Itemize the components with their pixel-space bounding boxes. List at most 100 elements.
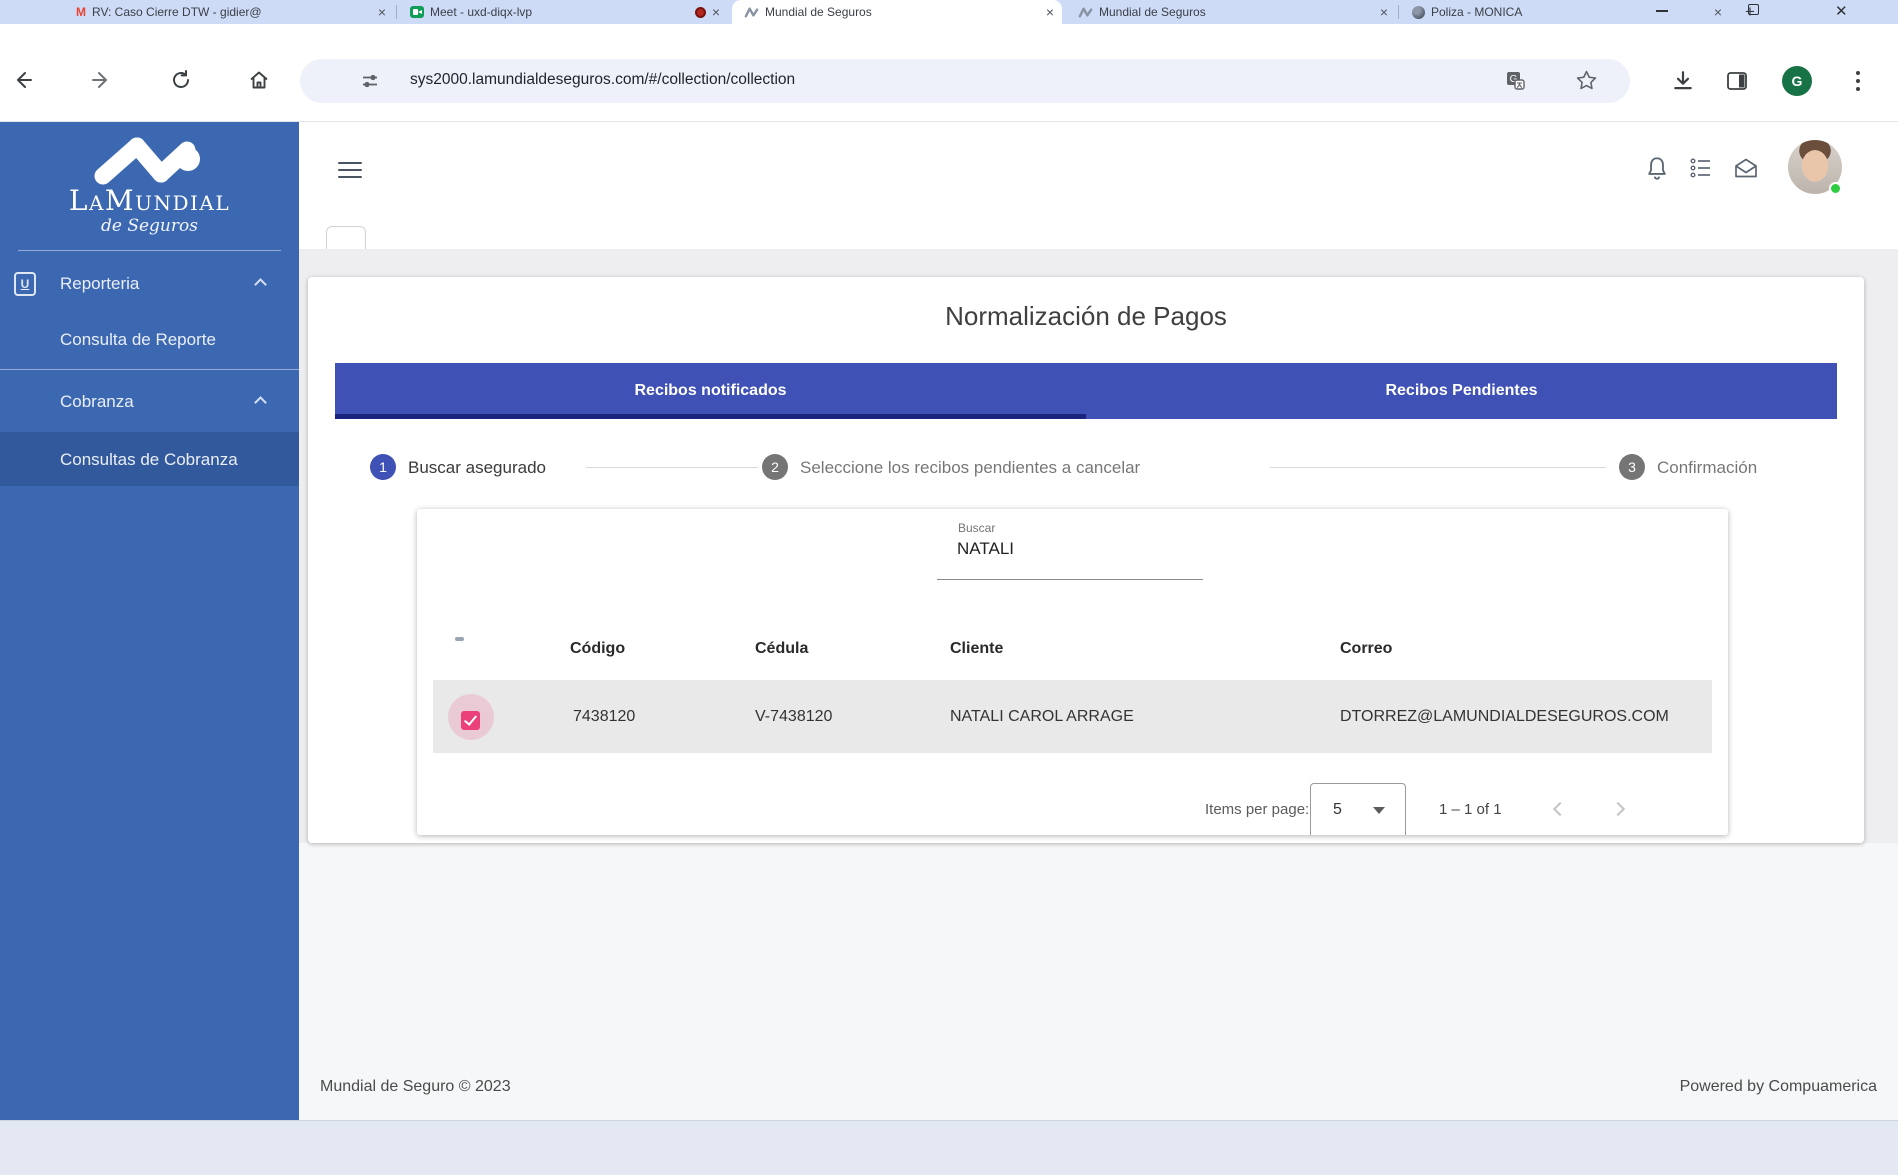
sidebar: LaMundial de Seguros U Reporteria Consul…: [0, 122, 299, 1121]
tab-title: Mundial de Seguros: [765, 5, 1040, 19]
gmail-icon: M: [76, 5, 86, 19]
browser-tab-mundial[interactable]: Mundial de Seguros ×: [1066, 0, 1396, 24]
sidebar-item-label: Consulta de Reporte: [60, 330, 216, 350]
report-icon-letter: U: [21, 277, 30, 291]
browser-profile-avatar[interactable]: G: [1782, 66, 1812, 96]
task-list-icon[interactable]: [1689, 157, 1713, 184]
step-number: 1: [379, 459, 387, 475]
browser-tab-poliza[interactable]: Poliza - MONICA ×: [1400, 0, 1730, 24]
translate-icon[interactable]: G: [1505, 70, 1526, 96]
content-area: Normalización de Pagos Recibos notificad…: [299, 249, 1898, 1121]
close-icon[interactable]: ×: [1714, 5, 1722, 19]
side-panel-icon[interactable]: [1726, 70, 1748, 97]
window-maximize-button[interactable]: [1748, 4, 1759, 15]
active-tab-ink-bar: [335, 414, 1086, 419]
search-input[interactable]: [957, 539, 1217, 559]
tab-title: Mundial de Seguros: [1099, 5, 1374, 19]
row-checkbox[interactable]: [461, 711, 480, 730]
tab-separator: [1398, 5, 1399, 19]
collapsed-panel-chip[interactable]: [326, 226, 366, 249]
tab-title: Poliza - MONICA: [1431, 5, 1708, 19]
online-status-dot: [1829, 182, 1842, 195]
step-connector: [1270, 467, 1606, 468]
downloads-icon[interactable]: [1672, 70, 1694, 97]
page-size-value: 5: [1333, 801, 1342, 819]
sidebar-item-cobranza[interactable]: Cobranza: [0, 380, 299, 424]
browser-tab-gmail[interactable]: M RV: Caso Cierre DTW - gidier@ ×: [64, 0, 394, 24]
forward-icon[interactable]: [90, 69, 112, 96]
sidebar-item-consultas-de-cobranza-active[interactable]: Consultas de Cobranza: [0, 432, 299, 486]
step-1-label: Buscar asegurado: [408, 458, 546, 478]
app-header: [299, 122, 1898, 249]
mundial-shield-icon: [1078, 5, 1093, 20]
logo-name: LaMundial: [0, 184, 299, 217]
close-icon[interactable]: ×: [378, 5, 386, 19]
logo-tagline: de Seguros: [0, 216, 299, 236]
step-3-circle[interactable]: 3: [1619, 454, 1645, 480]
main-area: Normalización de Pagos Recibos notificad…: [299, 122, 1898, 1121]
sidebar-item-consulta-de-reporte[interactable]: Consulta de Reporte: [0, 318, 299, 362]
browser-tab-mundial-active[interactable]: Mundial de Seguros ×: [732, 0, 1062, 24]
items-per-page-label: Items per page:: [1205, 801, 1309, 818]
tab-label: Recibos Pendientes: [1385, 382, 1537, 400]
search-results-panel: Buscar Código Cédula Cliente Correo: [417, 509, 1728, 835]
step-1-circle[interactable]: 1: [370, 454, 396, 480]
page-size-select[interactable]: 5: [1310, 783, 1406, 835]
screen: M RV: Caso Cierre DTW - gidier@ × Meet -…: [0, 0, 1898, 1175]
next-page-icon[interactable]: [1611, 802, 1625, 816]
back-icon[interactable]: [12, 69, 34, 96]
home-icon[interactable]: [248, 69, 270, 96]
step-2-label: Seleccione los recibos pendientes a canc…: [800, 458, 1140, 478]
report-icon: U: [14, 272, 36, 296]
browser-tabstrip: M RV: Caso Cierre DTW - gidier@ × Meet -…: [0, 0, 1898, 24]
select-caret-icon: [1373, 807, 1385, 814]
tab-title: RV: Caso Cierre DTW - gidier@: [92, 5, 372, 19]
cell-cedula: V-7438120: [755, 708, 832, 726]
window-minimize-button[interactable]: [1656, 10, 1668, 12]
address-bar[interactable]: sys2000.lamundialdeseguros.com/#/collect…: [300, 59, 1630, 103]
step-number: 3: [1628, 459, 1636, 475]
app-window: LaMundial de Seguros U Reporteria Consul…: [0, 121, 1898, 1120]
profile-initial: G: [1792, 73, 1803, 89]
site-settings-tune-icon[interactable]: [360, 71, 380, 96]
cell-codigo: 7438120: [573, 708, 635, 726]
bookmark-star-icon[interactable]: [1576, 70, 1597, 96]
browser-menu-kebab-icon[interactable]: [1848, 68, 1868, 99]
step-2-circle[interactable]: 2: [762, 454, 788, 480]
window-close-button[interactable]: ✕: [1835, 2, 1848, 20]
mail-envelope-icon[interactable]: [1733, 157, 1759, 184]
cell-cliente: NATALI CAROL ARRAGE: [950, 708, 1134, 726]
sidebar-divider: [18, 250, 281, 251]
chevron-up-icon: [254, 278, 267, 291]
tab-separator: [396, 5, 397, 19]
mundial-shield-icon: [744, 5, 759, 20]
column-header-cedula: Cédula: [755, 640, 808, 658]
search-underline: [937, 579, 1203, 580]
select-all-checkbox[interactable]: [455, 637, 464, 641]
column-header-codigo: Código: [570, 640, 625, 658]
column-header-cliente: Cliente: [950, 640, 1003, 658]
close-icon[interactable]: ×: [1046, 5, 1054, 19]
tab-title: Meet - uxd-diqx-lvp: [430, 5, 689, 19]
page-title: Normalización de Pagos: [308, 301, 1864, 332]
recording-dot-icon: [695, 7, 706, 18]
previous-page-icon[interactable]: [1553, 802, 1567, 816]
hamburger-menu-icon[interactable]: [338, 162, 362, 178]
column-header-correo: Correo: [1340, 640, 1392, 658]
tab-recibos-pendientes[interactable]: Recibos Pendientes: [1086, 363, 1837, 419]
reload-icon[interactable]: [170, 69, 192, 96]
browser-tab-meet[interactable]: Meet - uxd-diqx-lvp ×: [398, 0, 728, 24]
sidebar-item-label: Consultas de Cobranza: [60, 450, 238, 470]
browser-toolbar: sys2000.lamundialdeseguros.com/#/collect…: [0, 24, 1898, 90]
sidebar-item-reporteria[interactable]: U Reporteria: [0, 262, 299, 306]
close-icon[interactable]: ×: [712, 5, 720, 19]
globe-icon: [1412, 6, 1425, 19]
close-icon[interactable]: ×: [1380, 5, 1388, 19]
url-text[interactable]: sys2000.lamundialdeseguros.com/#/collect…: [410, 71, 795, 89]
step-number: 2: [771, 459, 779, 475]
card-tabbar: Recibos notificados Recibos Pendientes: [335, 363, 1837, 419]
meet-icon: [410, 6, 424, 18]
tab-recibos-notificados[interactable]: Recibos notificados: [335, 363, 1086, 419]
notifications-bell-icon[interactable]: [1645, 155, 1669, 186]
sidebar-divider: [0, 369, 299, 370]
